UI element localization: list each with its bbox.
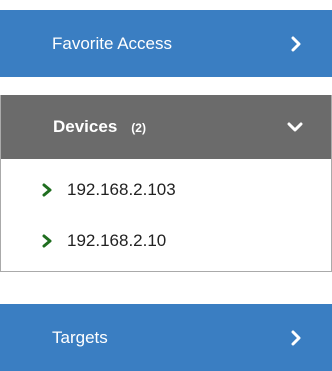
devices-count-badge: (2) (131, 121, 146, 135)
targets-header[interactable]: Targets (0, 304, 332, 371)
devices-panel: Devices (2) 192.168.2.103 192.168.2.10 (0, 95, 332, 272)
chevron-down-icon (287, 122, 303, 132)
chevron-right-icon (291, 330, 301, 345)
devices-title: Devices (53, 117, 118, 136)
targets-title: Targets (52, 327, 108, 347)
favorite-access-panel: Favorite Access (0, 10, 332, 77)
caret-right-icon (42, 183, 52, 196)
device-list: 192.168.2.103 192.168.2.10 (1, 164, 331, 266)
device-item[interactable]: 192.168.2.10 (1, 215, 331, 266)
device-item-label: 192.168.2.103 (67, 179, 176, 199)
device-item[interactable]: 192.168.2.103 (1, 164, 331, 215)
devices-header[interactable]: Devices (2) (1, 95, 331, 159)
favorite-access-title: Favorite Access (52, 33, 172, 53)
favorite-access-header[interactable]: Favorite Access (0, 10, 332, 77)
targets-panel: Targets (0, 304, 332, 371)
chevron-right-icon (291, 36, 301, 51)
device-item-label: 192.168.2.10 (67, 230, 167, 250)
devices-title-wrap: Devices (2) (53, 117, 146, 137)
caret-right-icon (42, 234, 52, 247)
